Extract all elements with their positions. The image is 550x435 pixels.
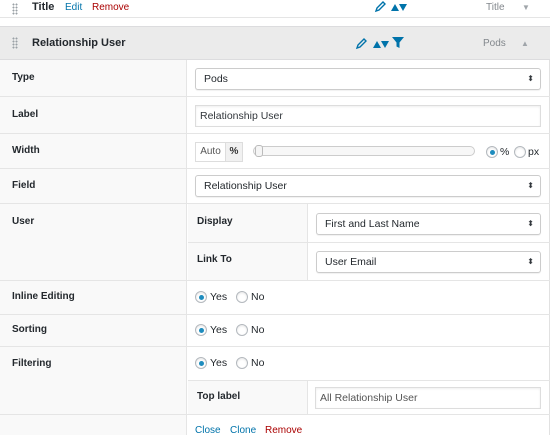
width-slider-handle[interactable]	[255, 145, 263, 157]
field-name: Relationship User	[32, 37, 126, 49]
label-input-value: Relationship User	[200, 110, 283, 122]
filtering-no-radio[interactable]	[236, 357, 248, 369]
sorting-yes-label: Yes	[210, 324, 228, 336]
field-label: Field	[12, 180, 36, 191]
select-arrows-icon: ⬍	[527, 181, 534, 190]
link-to-select-value: User Email	[325, 256, 377, 268]
pencil-icon[interactable]	[355, 37, 368, 50]
field-type-label: Pods	[483, 38, 506, 49]
sort-toggle-icon[interactable]	[373, 39, 390, 49]
sorting-no-label: No	[251, 324, 265, 336]
type-select[interactable]: Pods ⬍	[195, 68, 541, 90]
width-percent-label: %	[500, 146, 510, 158]
width-slider[interactable]	[253, 146, 475, 156]
remove-link[interactable]: Remove	[265, 425, 302, 435]
filter-icon[interactable]	[392, 37, 404, 49]
type-select-value: Pods	[204, 73, 228, 85]
sorting-label: Sorting	[12, 324, 47, 335]
field-row-title[interactable]: Title Edit Remove Title ▼	[0, 0, 550, 18]
field-name: Title	[32, 1, 55, 13]
inline-editing-no-label: No	[251, 291, 265, 303]
chevron-down-icon[interactable]: ▼	[522, 3, 530, 12]
row-divider	[0, 168, 550, 169]
user-label: User	[12, 216, 35, 227]
filtering-yes-radio[interactable]	[195, 357, 207, 369]
display-select-value: First and Last Name	[325, 218, 420, 230]
display-label: Display	[197, 216, 233, 227]
row-divider	[0, 280, 550, 281]
width-percent-radio[interactable]	[486, 146, 498, 158]
inline-editing-yes-label: Yes	[210, 291, 228, 303]
label-label: Label	[12, 109, 39, 120]
select-arrows-icon: ⬍	[527, 219, 534, 228]
inline-editing-no-radio[interactable]	[236, 291, 248, 303]
field-type-label: Title	[486, 2, 505, 13]
clone-link[interactable]: Clone	[230, 425, 256, 435]
sorting-no-radio[interactable]	[236, 324, 248, 336]
filtering-label: Filtering	[12, 358, 52, 369]
row-divider	[188, 380, 550, 381]
edit-link[interactable]: Edit	[65, 2, 82, 13]
drag-handle-icon[interactable]	[12, 37, 18, 49]
chevron-up-icon[interactable]: ▲	[521, 39, 529, 48]
width-unit-box: %	[225, 142, 243, 162]
width-label: Width	[12, 145, 40, 156]
select-arrows-icon: ⬍	[527, 257, 534, 266]
width-px-label: px	[528, 146, 540, 158]
inline-editing-yes-radio[interactable]	[195, 291, 207, 303]
sorting-yes-radio[interactable]	[195, 324, 207, 336]
field-row-relationship-user[interactable]: Relationship User Pods ▲	[0, 26, 550, 60]
label-input[interactable]: Relationship User	[195, 105, 541, 127]
top-label-label: Top label	[197, 391, 241, 402]
top-label-input[interactable]: All Relationship User	[315, 387, 541, 409]
filtering-yes-label: Yes	[210, 357, 228, 369]
sort-toggle-icon[interactable]	[391, 2, 408, 12]
close-link[interactable]: Close	[195, 425, 221, 435]
remove-link[interactable]: Remove	[92, 2, 129, 13]
drag-handle-icon[interactable]	[12, 3, 18, 15]
row-divider	[0, 314, 550, 315]
type-label: Type	[12, 72, 35, 83]
inline-editing-label: Inline Editing	[12, 291, 75, 302]
row-divider	[0, 96, 550, 97]
row-divider	[188, 242, 550, 243]
filtering-no-label: No	[251, 357, 265, 369]
width-auto-box[interactable]: Auto	[195, 142, 226, 162]
field-select[interactable]: Relationship User ⬍	[195, 175, 541, 197]
select-arrows-icon: ⬍	[527, 74, 534, 83]
link-to-label: Link To	[197, 254, 232, 265]
top-label-input-value: All Relationship User	[320, 392, 418, 404]
display-select[interactable]: First and Last Name ⬍	[316, 213, 541, 235]
row-divider	[0, 346, 550, 347]
link-to-select[interactable]: User Email ⬍	[316, 251, 541, 273]
row-divider	[0, 133, 550, 134]
width-px-radio[interactable]	[514, 146, 526, 158]
pencil-icon[interactable]	[374, 0, 387, 13]
field-select-value: Relationship User	[204, 180, 287, 192]
row-divider	[0, 414, 550, 415]
